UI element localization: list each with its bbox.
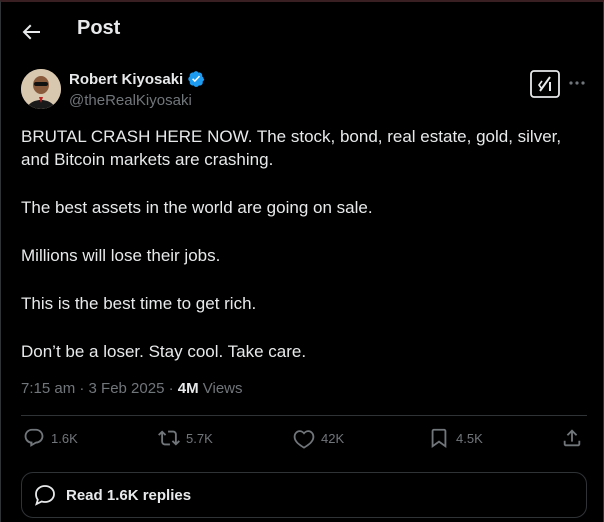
like-button[interactable]: 42K (293, 427, 344, 449)
post-paragraph: This is the best time to get rich. (21, 294, 257, 313)
read-replies-label: Read 1.6K replies (66, 486, 192, 504)
grok-icon[interactable] (530, 70, 560, 98)
repost-button[interactable]: 5.7K (158, 427, 213, 449)
repost-count: 5.7K (186, 430, 213, 446)
share-icon (563, 429, 581, 447)
post-paragraph: Millions will lose their jobs. (21, 246, 221, 265)
post-paragraph: BRUTAL CRASH HERE NOW. The stock, bond, … (21, 127, 562, 169)
heart-icon (293, 430, 315, 449)
reply-count: 1.6K (51, 430, 78, 446)
repost-icon (158, 430, 180, 446)
bookmark-icon (431, 428, 447, 449)
reply-button[interactable]: 1.6K (23, 427, 78, 449)
page-header: Post (1, 2, 603, 58)
read-replies-button[interactable]: Read 1.6K replies (21, 472, 587, 518)
post-timestamp[interactable]: 7:15 am · 3 Feb 2025 · (21, 380, 178, 397)
avatar[interactable] (21, 69, 61, 109)
post-page: Post Robert Kiyosaki @theRealKiyosaki BR… (0, 0, 604, 522)
more-dots-icon[interactable] (567, 72, 587, 92)
page-title: Post (77, 17, 121, 39)
like-count: 42K (321, 430, 345, 446)
views-label: Views (198, 380, 243, 397)
back-arrow-icon[interactable] (19, 20, 43, 44)
bookmark-button[interactable]: 4.5K (428, 427, 483, 449)
post-paragraph: The best assets in the world are going o… (21, 198, 373, 217)
views-count: 4M (177, 380, 199, 397)
reply-icon (24, 428, 44, 447)
divider (21, 415, 587, 416)
action-bar: 1.6K 5.7K 42K 4.5K (21, 427, 587, 455)
post-paragraph: Don’t be a loser. Stay cool. Take care. (21, 342, 307, 361)
verified-badge-icon (187, 70, 205, 88)
speech-bubble-icon (35, 485, 55, 506)
post-body: BRUTAL CRASH HERE NOW. The stock, bond, … (21, 125, 581, 388)
author-handle[interactable]: @theRealKiyosaki (69, 92, 192, 109)
bookmark-count: 4.5K (456, 430, 483, 446)
post-meta: 7:15 am · 3 Feb 2025 · 4M Views (21, 380, 243, 397)
share-button[interactable] (561, 427, 583, 449)
author-name[interactable]: Robert Kiyosaki (69, 71, 183, 88)
